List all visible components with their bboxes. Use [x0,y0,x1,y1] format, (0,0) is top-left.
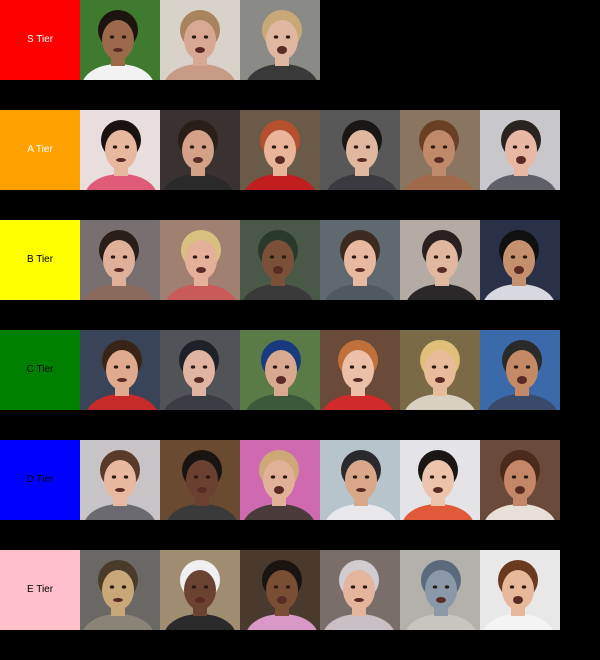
face-photo-icon [400,220,480,300]
face-photo-icon [240,550,320,630]
tier-items-c [80,330,560,410]
tier-item-thumbnail[interactable] [480,220,560,300]
face-photo-icon [320,550,400,630]
tier-item-thumbnail[interactable] [480,110,560,190]
tier-items-s [80,0,320,80]
tier-item-thumbnail[interactable] [400,110,480,190]
tier-item-thumbnail[interactable] [80,110,160,190]
face-photo-icon [240,0,320,80]
face-photo-icon [80,0,160,80]
face-photo-icon [80,440,160,520]
face-photo-icon [320,440,400,520]
tier-item-thumbnail[interactable] [400,220,480,300]
tier-item-thumbnail[interactable] [240,550,320,630]
tier-item-thumbnail[interactable] [240,0,320,80]
tier-label-e[interactable]: E Tier [0,550,80,630]
tier-item-thumbnail[interactable] [480,550,560,630]
face-photo-icon [480,220,560,300]
tier-row-c: C Tier [0,330,600,410]
tier-item-thumbnail[interactable] [160,440,240,520]
tier-item-thumbnail[interactable] [160,330,240,410]
face-photo-icon [160,110,240,190]
face-photo-icon [160,220,240,300]
tier-item-thumbnail[interactable] [160,0,240,80]
tier-item-thumbnail[interactable] [160,110,240,190]
face-photo-icon [80,330,160,410]
face-photo-icon [240,330,320,410]
face-photo-icon [400,440,480,520]
tier-row-b: B Tier [0,220,600,300]
face-photo-icon [160,440,240,520]
tier-row-d: D Tier [0,440,600,520]
face-photo-icon [480,440,560,520]
tier-item-thumbnail[interactable] [320,330,400,410]
tier-label-c[interactable]: C Tier [0,330,80,410]
tier-row-a: A Tier [0,110,600,190]
tier-item-thumbnail[interactable] [80,550,160,630]
tier-items-d [80,440,560,520]
tier-item-thumbnail[interactable] [240,220,320,300]
face-photo-icon [80,110,160,190]
tier-item-thumbnail[interactable] [320,110,400,190]
face-photo-icon [400,110,480,190]
tier-label-d[interactable]: D Tier [0,440,80,520]
tier-item-thumbnail[interactable] [480,440,560,520]
tier-label-a[interactable]: A Tier [0,110,80,190]
face-photo-icon [320,330,400,410]
tier-item-thumbnail[interactable] [480,330,560,410]
tier-item-thumbnail[interactable] [320,440,400,520]
tier-item-thumbnail[interactable] [400,440,480,520]
face-photo-icon [80,220,160,300]
face-photo-icon [400,550,480,630]
face-photo-icon [480,330,560,410]
face-photo-icon [480,110,560,190]
tier-items-a [80,110,560,190]
face-photo-icon [160,550,240,630]
tier-row-s: S Tier [0,0,600,80]
tier-item-thumbnail[interactable] [80,330,160,410]
tier-item-thumbnail[interactable] [240,440,320,520]
face-photo-icon [160,0,240,80]
tier-item-thumbnail[interactable] [320,550,400,630]
tier-item-thumbnail[interactable] [400,330,480,410]
tier-item-thumbnail[interactable] [80,440,160,520]
face-photo-icon [80,550,160,630]
face-photo-icon [400,330,480,410]
tier-item-thumbnail[interactable] [240,330,320,410]
tier-list: S Tier A Tier B Tier C Tier D Tier E Tie… [0,0,600,660]
tier-item-thumbnail[interactable] [80,0,160,80]
face-photo-icon [240,110,320,190]
tier-item-thumbnail[interactable] [160,220,240,300]
tier-label-s[interactable]: S Tier [0,0,80,80]
tier-label-b[interactable]: B Tier [0,220,80,300]
tier-item-thumbnail[interactable] [80,220,160,300]
face-photo-icon [160,330,240,410]
face-photo-icon [480,550,560,630]
tier-items-b [80,220,560,300]
tier-item-thumbnail[interactable] [320,220,400,300]
face-photo-icon [320,110,400,190]
tier-item-thumbnail[interactable] [400,550,480,630]
tier-row-e: E Tier [0,550,600,630]
tier-item-thumbnail[interactable] [240,110,320,190]
face-photo-icon [240,220,320,300]
tier-items-e [80,550,560,630]
face-photo-icon [320,220,400,300]
face-photo-icon [240,440,320,520]
tier-item-thumbnail[interactable] [160,550,240,630]
